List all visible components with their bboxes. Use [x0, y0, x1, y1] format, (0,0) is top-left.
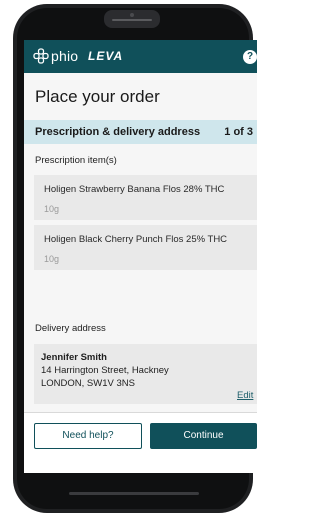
app-header: phio LEVA ? [24, 40, 257, 73]
home-indicator [69, 492, 199, 495]
address-line-1: 14 Harrington Street, Hackney [41, 365, 169, 376]
item-quantity: 10g [44, 254, 60, 264]
edit-address-link[interactable]: Edit [237, 390, 253, 402]
item-quantity: 10g [44, 204, 60, 214]
help-icon[interactable]: ? [243, 50, 257, 64]
prescription-items-label: Prescription item(s) [35, 155, 117, 166]
prescription-item: Holigen Black Cherry Punch Flos 25% THC … [34, 225, 257, 270]
delivery-address-label: Delivery address [35, 323, 106, 334]
continue-button[interactable]: Continue [150, 423, 257, 449]
page-title: Place your order [35, 87, 160, 106]
phone-notch [104, 10, 160, 28]
recipient-name: Jennifer Smith [41, 352, 107, 363]
address-line-2: LONDON, SW1V 3NS [41, 378, 135, 389]
phio-logo-icon [33, 48, 49, 64]
need-help-button[interactable]: Need help? [34, 423, 142, 449]
brand-phio: phio [51, 48, 79, 64]
brand-leva-logo: LEVA [88, 49, 124, 63]
step-title: Prescription & delivery address [35, 126, 201, 138]
app-screen: phio LEVA ? Place your order Prescriptio… [24, 40, 257, 473]
item-name: Holigen Black Cherry Punch Flos 25% THC [44, 234, 228, 245]
prescription-item: Holigen Strawberry Banana Flos 28% THC 1… [34, 175, 257, 220]
camera-icon [130, 13, 134, 17]
step-count: 1 of 3 [224, 126, 253, 138]
step-indicator: Prescription & delivery address 1 of 3 [24, 120, 257, 144]
speaker-grille [112, 19, 152, 21]
item-name: Holigen Strawberry Banana Flos 28% THC [44, 184, 225, 195]
delivery-address-card: Jennifer Smith 14 Harrington Street, Hac… [34, 344, 257, 404]
action-bar: Need help? Continue [24, 413, 257, 473]
